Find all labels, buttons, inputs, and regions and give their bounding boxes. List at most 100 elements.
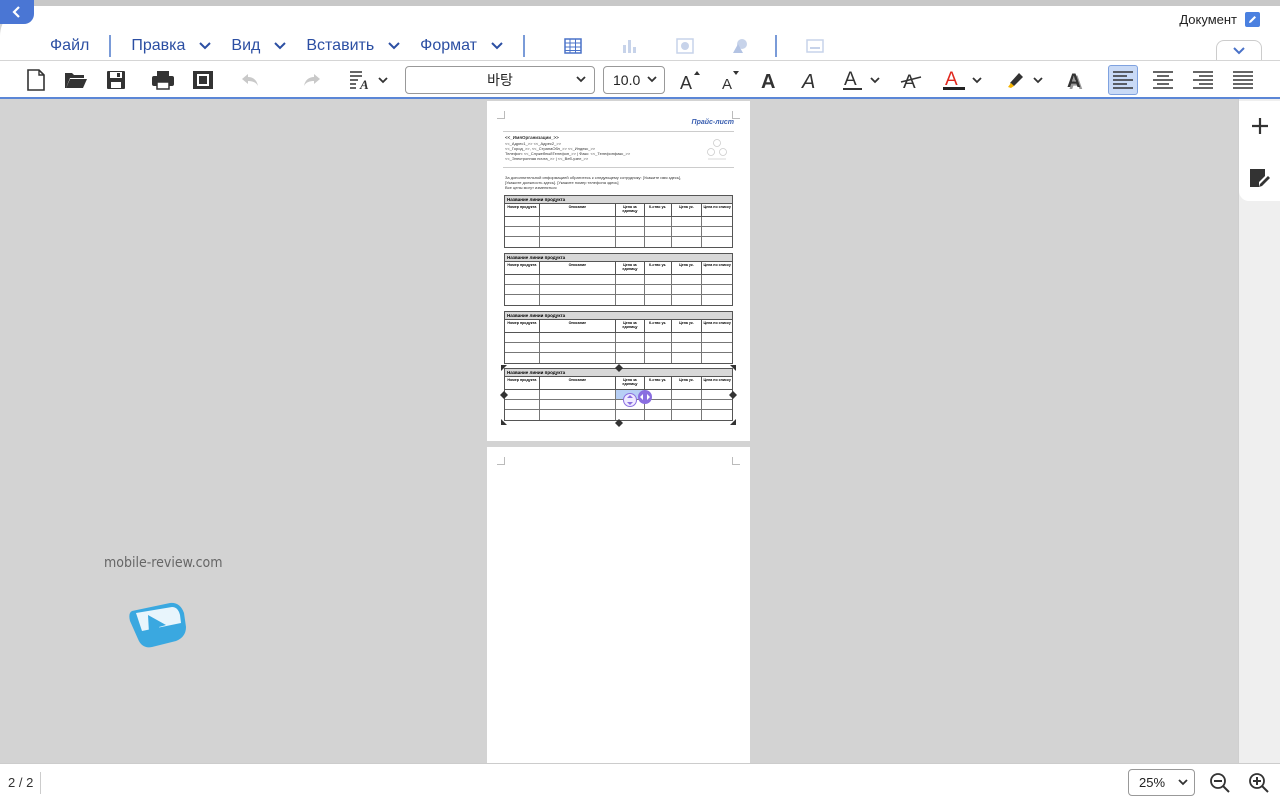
insert-shape-button[interactable]: [713, 38, 769, 54]
table-row[interactable]: [505, 237, 732, 247]
font-color-button[interactable]: A: [938, 65, 986, 95]
menu-format[interactable]: Формат: [420, 37, 503, 55]
highlight-button[interactable]: [1000, 65, 1048, 95]
justify-button[interactable]: [1230, 65, 1256, 95]
column-header: К-ство ук.: [645, 204, 672, 216]
italic-button[interactable]: A: [798, 65, 822, 95]
resize-handle-icon[interactable]: [729, 391, 737, 399]
page-corner-mark: [497, 457, 505, 465]
price-table-selected[interactable]: Название линии продукта Номер продукта О…: [504, 368, 733, 421]
zoom-out-button[interactable]: [1207, 770, 1233, 796]
new-document-button[interactable]: [24, 65, 48, 95]
zoom-select[interactable]: 25%: [1128, 769, 1195, 796]
font-size-select[interactable]: 10.0: [603, 66, 665, 94]
font-name-select[interactable]: 바탕: [405, 66, 595, 94]
text-style-button[interactable]: A: [346, 65, 390, 95]
table-row[interactable]: [505, 295, 732, 305]
align-right-button[interactable]: [1190, 65, 1216, 95]
insert-image-button[interactable]: [657, 38, 713, 54]
selection-handle-icon[interactable]: [501, 419, 507, 425]
column-header: К-ство ук.: [645, 262, 672, 274]
collapse-toolbar-button[interactable]: [1216, 40, 1262, 60]
insert-table-button[interactable]: [545, 38, 601, 54]
underline-button[interactable]: A: [838, 65, 884, 95]
insert-textbox-button[interactable]: [787, 38, 843, 54]
resize-handle-icon[interactable]: [500, 391, 508, 399]
svg-text:A: A: [844, 69, 857, 90]
column-header: Описание: [540, 204, 617, 216]
table-row[interactable]: [505, 353, 732, 363]
column-resize-handle[interactable]: [638, 390, 652, 404]
document-page-2[interactable]: [487, 447, 750, 763]
table-row[interactable]: [505, 275, 732, 285]
shape-icon: [733, 39, 748, 53]
company-logo-icon: [707, 139, 727, 160]
open-folder-icon: [65, 73, 87, 88]
bold-button[interactable]: A: [758, 65, 782, 95]
selection-handle-icon[interactable]: [730, 419, 736, 425]
table-row[interactable]: [505, 217, 732, 227]
menu-edit-label: Правка: [131, 37, 186, 54]
annotate-button[interactable]: [1247, 165, 1273, 191]
price-table[interactable]: Название линии продукта Номер продукта О…: [504, 195, 733, 248]
menu-insert[interactable]: Вставить: [306, 37, 400, 55]
strikethrough-icon: A: [900, 72, 922, 91]
undo-icon: [242, 74, 258, 86]
table-row[interactable]: [505, 285, 732, 295]
strikethrough-button[interactable]: A: [898, 65, 924, 95]
table-row[interactable]: [505, 390, 732, 400]
print-button[interactable]: [150, 65, 176, 95]
text-shadow-icon: AA: [1067, 71, 1083, 91]
org-email: <<_Электронная почта_>> | <<_Веб-узел_>>: [505, 156, 589, 161]
text-shadow-button[interactable]: AA: [1064, 65, 1088, 95]
zoom-out-icon: [1210, 773, 1230, 793]
font-size-decrease-button[interactable]: A: [718, 65, 742, 95]
zoom-in-button[interactable]: [1246, 770, 1272, 796]
column-header: К-ство ук.: [645, 320, 672, 332]
menu-view[interactable]: Вид: [231, 37, 287, 55]
undo-button[interactable]: [238, 65, 262, 95]
column-header: Номер продукта: [505, 377, 540, 389]
column-header: Описание: [540, 262, 617, 274]
align-left-button[interactable]: [1108, 65, 1138, 95]
document-mode[interactable]: Документ: [1179, 12, 1260, 27]
chart-icon: [623, 40, 637, 53]
save-button[interactable]: [104, 65, 128, 95]
column-header: Описание: [540, 377, 617, 389]
document-mode-label: Документ: [1179, 12, 1237, 27]
chevron-down-icon: [491, 42, 503, 50]
row-resize-handle[interactable]: [623, 393, 637, 407]
redo-button[interactable]: [300, 65, 324, 95]
table-row[interactable]: [505, 227, 732, 237]
new-document-icon: [27, 69, 45, 91]
table-row[interactable]: [505, 400, 732, 410]
font-size-increase-button[interactable]: A: [678, 65, 702, 95]
menu-divider: [523, 35, 526, 57]
price-table[interactable]: Название линии продукта Номер продукта О…: [504, 253, 733, 306]
table-row[interactable]: [505, 333, 732, 343]
selection-handle-icon[interactable]: [730, 365, 736, 371]
align-center-button[interactable]: [1150, 65, 1176, 95]
selection-handle-icon[interactable]: [501, 365, 507, 371]
price-table[interactable]: Название линии продукта Номер продукта О…: [504, 311, 733, 364]
resize-handle-icon[interactable]: [615, 364, 623, 372]
resize-handle-icon[interactable]: [615, 419, 623, 427]
chevron-down-icon: [576, 76, 586, 83]
back-button[interactable]: [0, 0, 34, 24]
open-button[interactable]: [63, 65, 89, 95]
status-divider: [40, 772, 41, 794]
add-button[interactable]: [1247, 113, 1273, 139]
menu-divider: [109, 35, 112, 57]
table-row[interactable]: [505, 343, 732, 353]
justify-icon: [1233, 71, 1253, 89]
menu-file[interactable]: Файл: [50, 37, 89, 55]
insert-chart-button[interactable]: [601, 38, 657, 54]
column-header: Цена за единицу: [616, 377, 645, 389]
document-page-1[interactable]: Прайс-лист <<_ИмяОрганизации_>> <<_Адрес…: [487, 101, 750, 441]
print-preview-button[interactable]: [191, 65, 215, 95]
menu-edit[interactable]: Правка: [131, 37, 212, 55]
column-header: Номер продукта: [505, 320, 540, 332]
column-header: Цена ук.: [672, 204, 703, 216]
column-header: Цена ук.: [672, 262, 703, 274]
document-workspace[interactable]: Прайс-лист <<_ИмяОрганизации_>> <<_Адрес…: [0, 99, 1238, 763]
